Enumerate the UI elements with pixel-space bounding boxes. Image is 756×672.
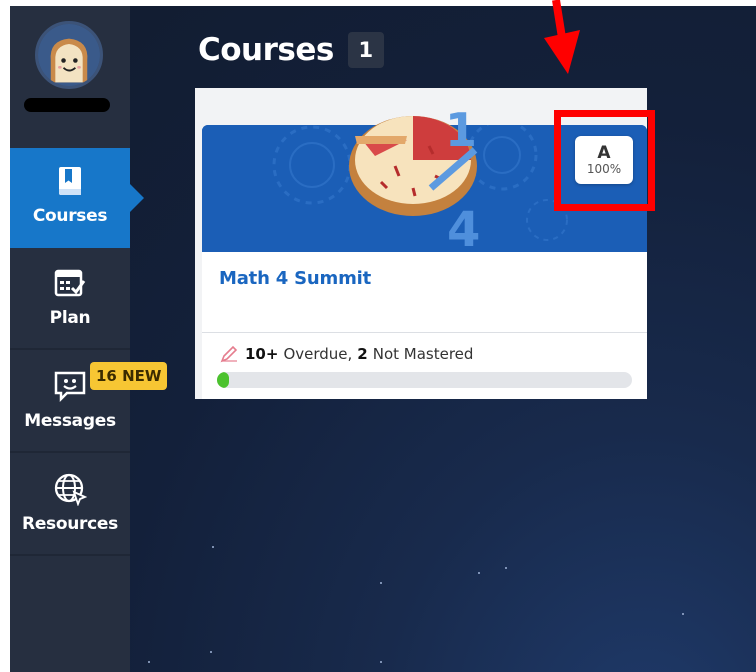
overdue-label: Overdue,	[283, 345, 353, 363]
course-name-link[interactable]: Math 4 Summit	[219, 268, 371, 289]
course-status: 10+ Overdue, 2 Not Mastered	[219, 344, 473, 364]
globe-cursor-icon	[51, 470, 89, 508]
course-progress-fill	[217, 372, 230, 388]
app-window: Courses Plan Messages 16 NEW Resources C…	[10, 6, 756, 672]
avatar[interactable]	[35, 21, 103, 89]
background-star	[210, 651, 212, 653]
sidebar-item-label: Resources	[22, 514, 118, 534]
divider	[202, 332, 647, 333]
sidebar-item-label: Messages	[24, 411, 116, 431]
background-star	[212, 546, 214, 548]
sidebar-item-courses[interactable]: Courses	[10, 148, 144, 248]
redacted-username	[24, 98, 110, 112]
page-header: Courses 1	[198, 32, 384, 68]
not-mastered-label: Not Mastered	[372, 345, 474, 363]
sidebar: Courses Plan Messages 16 NEW Resources	[10, 6, 168, 672]
sidebar-item-plan[interactable]: Plan	[10, 250, 130, 350]
book-icon	[51, 162, 89, 200]
sidebar-item-label: Plan	[49, 308, 91, 328]
background-star	[682, 613, 684, 615]
background-star	[380, 582, 382, 584]
new-messages-badge: 16 NEW	[90, 362, 168, 390]
toast-avatar-icon	[38, 24, 100, 86]
pie-fraction-illustration: 1 4	[349, 103, 480, 260]
annotation-highlight-box	[554, 110, 655, 211]
background-star	[505, 567, 507, 569]
overdue-count: 10+	[245, 345, 279, 363]
page-title: Courses	[198, 32, 334, 68]
calendar-check-icon	[51, 264, 89, 302]
sidebar-item-resources[interactable]: Resources	[10, 456, 130, 556]
annotation-arrow-icon	[544, 0, 580, 74]
background-star	[380, 661, 382, 663]
not-mastered-count: 2	[357, 345, 368, 363]
sidebar-item-label: Courses	[32, 206, 108, 226]
pencil-icon	[220, 345, 238, 363]
course-progress-bar	[217, 372, 632, 388]
course-card-body: Math 4 Summit 10+ Overdue, 2 Not Mastere…	[202, 252, 647, 399]
background-star	[148, 661, 150, 663]
svg-text:4: 4	[447, 202, 480, 258]
course-count-badge: 1	[347, 32, 384, 68]
chat-smile-icon	[51, 367, 89, 405]
background-star	[478, 572, 480, 574]
